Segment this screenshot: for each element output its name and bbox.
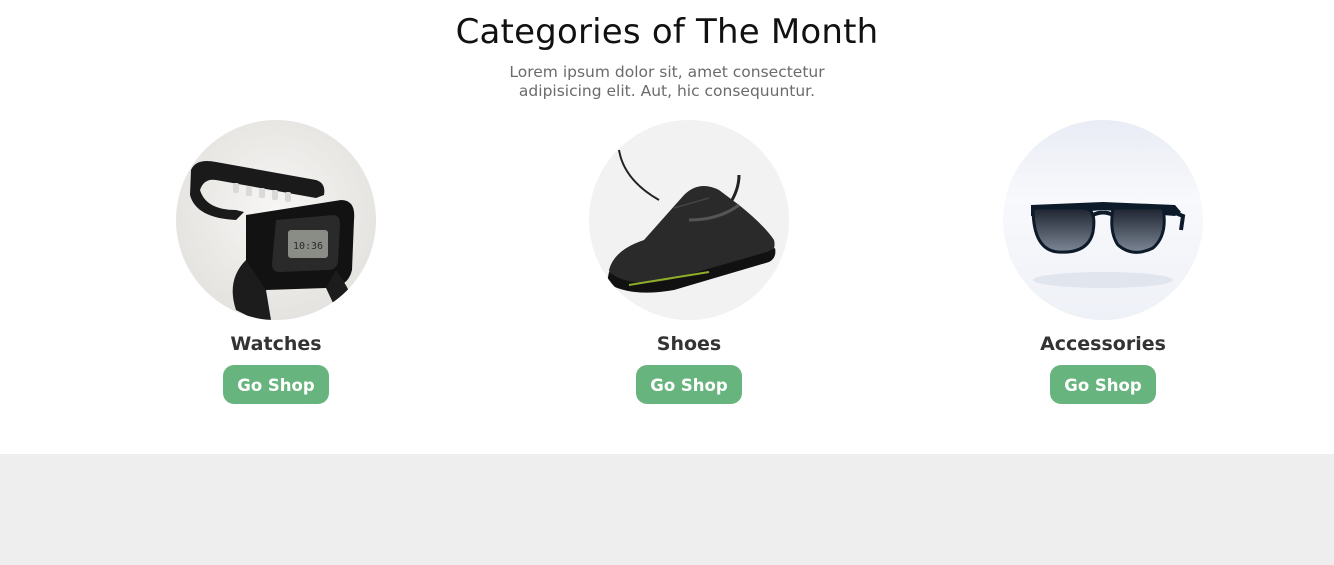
section-title: Categories of The Month	[455, 12, 879, 52]
svg-text:10:36: 10:36	[293, 241, 323, 252]
go-shop-button[interactable]: Go Shop	[636, 365, 742, 404]
category-card-watches: 10:36 Watches Go Shop	[156, 120, 396, 404]
section-subtitle: Lorem ipsum dolor sit, amet consectetur …	[509, 63, 825, 100]
category-name: Watches	[230, 333, 322, 355]
categories-section: Categories of The Month Lorem ipsum dolo…	[0, 0, 1334, 454]
go-shop-button[interactable]: Go Shop	[223, 365, 329, 404]
go-shop-button[interactable]: Go Shop	[1050, 365, 1156, 404]
category-card-shoes: Shoes Go Shop	[569, 120, 809, 404]
category-name: Accessories	[1040, 333, 1166, 355]
sneaker-image	[589, 120, 789, 320]
footer-band	[0, 454, 1334, 565]
watch-image: 10:36	[176, 120, 376, 320]
category-card-accessories: Accessories Go Shop	[983, 120, 1223, 404]
category-name: Shoes	[656, 333, 722, 355]
sunglasses-image	[1003, 120, 1203, 320]
